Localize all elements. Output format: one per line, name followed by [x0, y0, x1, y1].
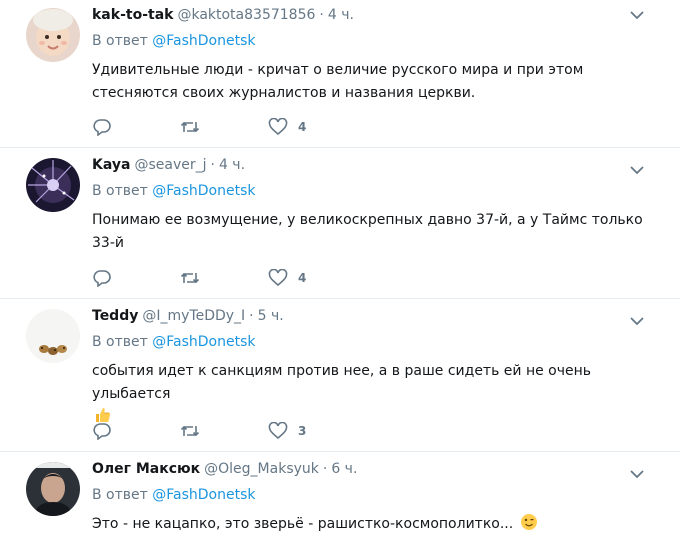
like-count: 4: [298, 271, 307, 285]
reply-context: В ответ @FashDonetsk: [92, 183, 664, 203]
chevron-down-icon[interactable]: [630, 10, 644, 20]
chevron-down-icon[interactable]: [630, 469, 644, 479]
like-button[interactable]: 3: [268, 422, 356, 440]
retweet-icon: [180, 121, 200, 133]
mention-link[interactable]: @FashDonetsk: [152, 487, 255, 503]
reply-icon: [93, 423, 111, 440]
author-handle[interactable]: @kaktota83571856: [177, 7, 315, 23]
author-name[interactable]: Kaya: [92, 157, 130, 173]
avatar[interactable]: [26, 462, 80, 516]
replies-feed: kak-to-tak @kaktota83571856 · 4 ч. В отв…: [0, 0, 680, 541]
reply-button[interactable]: [92, 422, 180, 440]
avatar[interactable]: [26, 8, 80, 62]
author-name[interactable]: Олег Максюк: [92, 461, 200, 477]
like-button[interactable]: 4: [268, 118, 356, 136]
separator-dot: ·: [210, 157, 215, 173]
reply-button[interactable]: [92, 269, 180, 287]
retweet-button[interactable]: [180, 118, 268, 136]
like-button[interactable]: 4: [268, 269, 356, 287]
like-icon: [268, 422, 288, 440]
chevron-down-icon[interactable]: [630, 165, 644, 175]
retweet-button[interactable]: [180, 422, 268, 440]
timestamp[interactable]: 6 ч.: [331, 461, 357, 477]
author-handle[interactable]: @Oleg_Maksyuk: [204, 461, 319, 477]
timestamp[interactable]: 5 ч.: [258, 308, 284, 324]
reply-context: В ответ @FashDonetsk: [92, 33, 664, 53]
mention-link[interactable]: @FashDonetsk: [152, 183, 255, 199]
reply-context: В ответ @FashDonetsk: [92, 334, 664, 354]
author-name[interactable]: Teddy: [92, 308, 138, 324]
separator-dot: ·: [322, 461, 328, 477]
avatar[interactable]: [26, 158, 80, 212]
chevron-down-icon[interactable]: [630, 316, 644, 326]
tweet-text: Это - не кацапко, это зверьё - рашистко-…: [92, 513, 664, 536]
reply-prefix: В ответ: [92, 33, 148, 49]
tweet[interactable]: Teddy @I_myTeDDy_I · 5 ч. В ответ @FashD…: [0, 299, 680, 452]
reply-icon: [93, 119, 111, 136]
author-handle[interactable]: @seaver_j: [134, 157, 206, 173]
like-icon: [268, 118, 288, 136]
tweet[interactable]: Олег Максюк @Oleg_Maksyuk · 6 ч. В ответ…: [0, 452, 680, 541]
separator-dot: ·: [249, 308, 254, 324]
tweet-text: Понимаю ее возмущение, у великоскрепных …: [92, 212, 643, 251]
tweet-text-body: события идет к санкциям против нее, а в …: [92, 363, 592, 402]
reply-context: В ответ @FashDonetsk: [92, 487, 664, 507]
avatar[interactable]: [26, 309, 80, 363]
retweet-icon: [180, 425, 200, 437]
reply-button[interactable]: [92, 118, 180, 136]
mention-link[interactable]: @FashDonetsk: [152, 33, 255, 49]
like-count: 4: [298, 120, 307, 134]
separator-dot: ·: [319, 7, 324, 23]
timestamp[interactable]: 4 ч.: [328, 7, 354, 23]
tweet[interactable]: kak-to-tak @kaktota83571856 · 4 ч. В отв…: [0, 0, 680, 148]
reply-prefix: В ответ: [92, 487, 148, 503]
reply-icon: [93, 270, 111, 287]
author-handle[interactable]: @I_myTeDDy_I: [142, 308, 245, 324]
tweet-text-body: Это - не кацапко, это зверьё - рашистко-…: [92, 516, 514, 532]
reply-prefix: В ответ: [92, 334, 148, 350]
author-name[interactable]: kak-to-tak: [92, 7, 173, 23]
reply-prefix: В ответ: [92, 183, 148, 199]
retweet-icon: [180, 272, 200, 284]
like-count: 3: [298, 424, 307, 438]
timestamp[interactable]: 4 ч.: [219, 157, 245, 173]
mention-link[interactable]: @FashDonetsk: [152, 334, 255, 350]
winking-face-emoji: [520, 514, 537, 530]
retweet-button[interactable]: [180, 269, 268, 287]
tweet[interactable]: Kaya @seaver_j · 4 ч. В ответ @FashDonet…: [0, 148, 680, 299]
tweet-text: события идет к санкциям против нее, а в …: [92, 360, 664, 429]
like-icon: [268, 269, 288, 287]
tweet-text: Удивительные люди - кричат о величие рус…: [92, 62, 584, 101]
